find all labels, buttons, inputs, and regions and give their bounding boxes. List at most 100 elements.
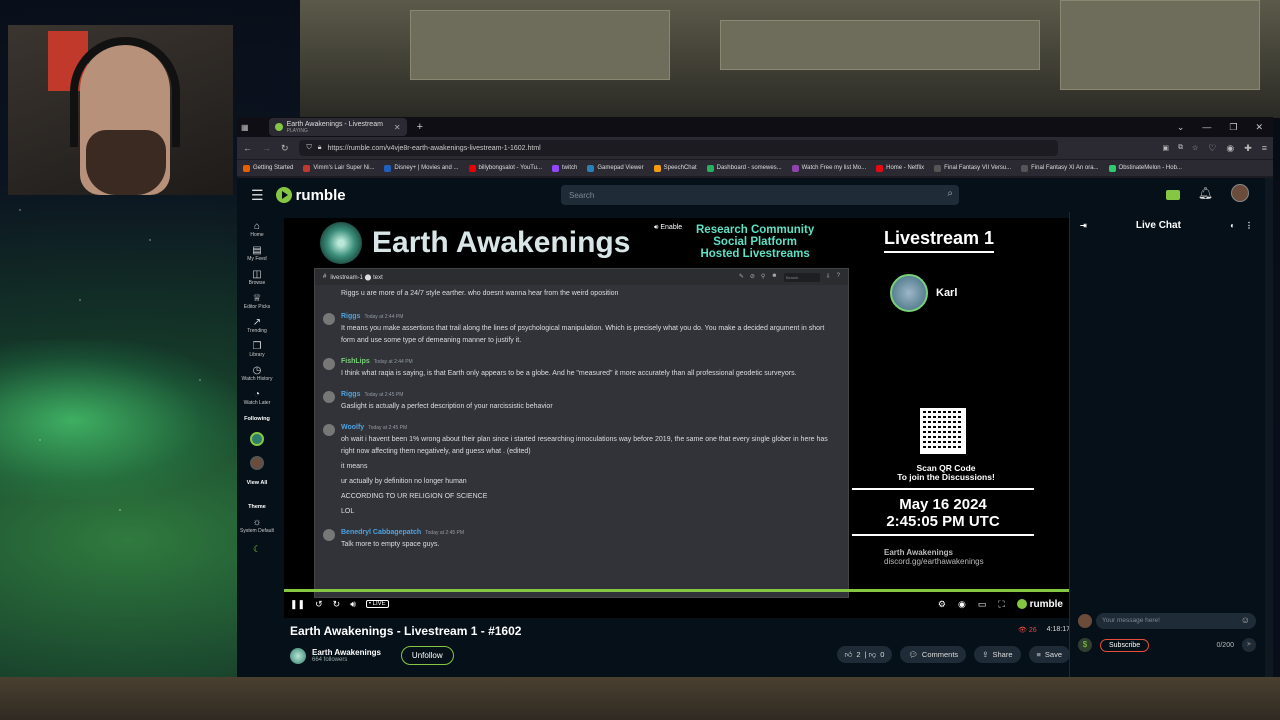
discord-username: Riggs (341, 313, 361, 320)
rewind-icon[interactable]: ↺ (315, 599, 323, 610)
collapse-chat-icon[interactable]: ⇥ (1080, 221, 1087, 230)
emoji-icon[interactable]: ☺ (1241, 615, 1250, 625)
date-time-box: May 16 2024 2:45:05 PM UTC (852, 488, 1034, 536)
sidebar-item-watch-history[interactable]: ◷ Watch History (242, 366, 273, 383)
stream-date: May 16 2024 (899, 496, 987, 513)
enable-audio-button[interactable]: 🔊︎ Enable (654, 224, 682, 232)
sidebar-item-trending[interactable]: ↗ Trending (247, 317, 267, 335)
new-tab-button[interactable]: + (417, 121, 423, 133)
like-dislike-button[interactable]: 👍︎ 2 | 👎︎ 0 (836, 646, 893, 663)
progress-bar[interactable] (284, 589, 1069, 592)
tab-close-icon[interactable]: ✕ (394, 123, 401, 132)
rumble-logo[interactable]: rumble (275, 187, 346, 204)
webcam-overlay (8, 25, 233, 195)
channel-name[interactable]: Earth Awakenings (312, 648, 381, 657)
sidebar-item-home[interactable]: ⌂ Home (250, 222, 263, 239)
background-space-station (300, 0, 1280, 118)
hamburger-menu-icon[interactable]: ☰ (251, 187, 264, 204)
pocket-icon[interactable]: ♡ (1208, 143, 1216, 154)
discord-message-text: ur actually by definition no longer huma… (341, 478, 467, 485)
lock-icon: 🔒︎ (317, 144, 322, 151)
chat-toggle-icon[interactable]: ◐ (1230, 221, 1235, 230)
trending-icon: ↗ (252, 317, 262, 328)
bookmark-item[interactable]: Getting Started (243, 164, 293, 172)
sidebar-item-watch-later[interactable]: ◔ Watch Later (244, 390, 271, 407)
back-icon[interactable]: ← (243, 143, 252, 153)
address-bar[interactable]: ⛉ 🔒︎ https://rumble.com/v4vje8r-earth-aw… (298, 140, 1198, 156)
search-input[interactable]: Search ⌕ (561, 185, 959, 205)
sidebar-item-my-feed[interactable]: ▤ My Feed (247, 246, 267, 263)
page-scrollbar[interactable] (1265, 178, 1273, 677)
bookmark-item[interactable]: Final Fantasy VII Versu... (934, 164, 1011, 172)
pip-icon[interactable]: ⧉ (1178, 144, 1183, 152)
tab-overflow-icon[interactable]: ⌄ (1177, 122, 1185, 133)
tab-active[interactable]: Earth Awakenings - Livestream PLAYING ✕ (268, 118, 407, 136)
followed-channel-avatar[interactable] (250, 432, 264, 446)
menu-icon[interactable]: ≡ (1262, 143, 1267, 153)
rant-dollar-icon[interactable]: $ (1078, 638, 1092, 652)
reader-icon[interactable]: ▣ (1162, 144, 1169, 152)
followed-channel-avatar[interactable] (250, 456, 264, 470)
bookmark-item[interactable]: Home - Netflix (876, 164, 924, 172)
theater-mode-icon[interactable]: ▭ (978, 599, 987, 610)
sidebar-item-library[interactable]: ❐ Library (249, 342, 264, 359)
bookmark-star-icon[interactable]: ☆ (1192, 144, 1198, 152)
bookmark-item[interactable]: Final Fantasy XI An ora... (1021, 164, 1099, 172)
restore-icon[interactable]: ❐ (1229, 122, 1237, 133)
sidebar-item-editor-picks[interactable]: ♕ Editor Picks (244, 294, 270, 311)
tab-list-icon[interactable]: ▦ (241, 123, 249, 132)
minimize-icon[interactable]: — (1202, 122, 1211, 133)
close-window-icon[interactable]: ✕ (1255, 122, 1263, 133)
discord-message-text: Riggs u are more of a 24/7 style earther… (341, 290, 619, 297)
pause-icon[interactable]: ❚❚ (290, 599, 305, 610)
share-button[interactable]: ⇪ Share (974, 646, 1021, 663)
rumble-watermark-logo[interactable]: rumble (1016, 599, 1063, 610)
theme-system-default[interactable]: ☼ System Default (240, 518, 274, 535)
search-icon[interactable]: ⌕ (947, 188, 953, 199)
view-all-link[interactable]: View All (247, 480, 268, 486)
go-live-camera-icon[interactable] (1165, 189, 1180, 200)
bookmark-item[interactable]: billybongsalot - YouTu... (468, 164, 542, 172)
bookmark-favicon-icon (243, 164, 250, 172)
video-player[interactable]: Earth Awakenings 🔊︎ Enable Research Comm… (284, 218, 1069, 618)
bookmark-favicon-icon (653, 164, 661, 172)
save-button[interactable]: ≡ Save (1028, 646, 1070, 663)
discord-message: Riggs Today at 2:44 PM It means you make a… (315, 311, 848, 347)
discord-search: Search (783, 272, 820, 282)
theme-label: Theme (248, 504, 266, 510)
fullscreen-icon[interactable]: ⛶ (998, 599, 1004, 610)
comments-button[interactable]: 💬︎ Comments (900, 646, 967, 663)
forward-skip-icon[interactable]: ↻ (333, 599, 341, 610)
volume-icon[interactable]: 🔊︎ (350, 599, 356, 610)
user-avatar[interactable] (1231, 184, 1249, 202)
notifications-bell-icon[interactable]: 🔔︎ (1198, 186, 1213, 200)
sidebar-item-browse[interactable]: ◫ Browse (249, 270, 266, 287)
extensions-icon[interactable]: ✚ (1244, 143, 1252, 154)
moon-icon[interactable]: ☾ (253, 544, 261, 555)
bookmark-item[interactable]: ObstinateMelon - Hob... (1108, 164, 1182, 172)
bookmark-item[interactable]: Disney+ | Movies and ... (384, 164, 459, 172)
bookmark-item[interactable]: Dashboard - somewes... (706, 164, 782, 172)
chat-more-icon[interactable]: ⋮ (1245, 221, 1253, 230)
sidebar-item-label: My Feed (247, 256, 267, 262)
discord-channel-name: livestream-1 ⬤ text (330, 274, 383, 281)
unfollow-button[interactable]: Unfollow (400, 646, 454, 665)
channel-avatar[interactable] (290, 647, 306, 664)
chat-message-input[interactable]: Your message here! ☺ (1096, 613, 1256, 629)
discord-message-text: oh wait i havent been 1% wrong about the… (341, 436, 828, 455)
settings-gear-icon[interactable]: ⚙ (938, 599, 946, 610)
discord-message-text: it means (341, 463, 368, 470)
bookmark-item[interactable]: Gamepad Viewer (587, 164, 644, 172)
subscribe-button[interactable]: Subscribe (1100, 638, 1150, 652)
bookmark-item[interactable]: Watch Free my list Mo... (791, 164, 866, 172)
bookmark-item[interactable]: SpeechChat (653, 164, 697, 172)
forward-icon[interactable]: → (262, 143, 271, 153)
bookmark-item[interactable]: twitch (552, 164, 577, 172)
cast-icon[interactable]: ◉ (958, 599, 966, 610)
discord-message-text: It means you make assertions that trail … (341, 325, 825, 344)
account-icon[interactable]: ◉ (1226, 143, 1234, 154)
bookmark-favicon-icon (468, 164, 476, 172)
bookmark-item[interactable]: Vimm's Lair Super Ni... (303, 164, 374, 172)
send-icon[interactable]: ➤ (1242, 638, 1256, 652)
reload-icon[interactable]: ↻ (281, 143, 289, 154)
